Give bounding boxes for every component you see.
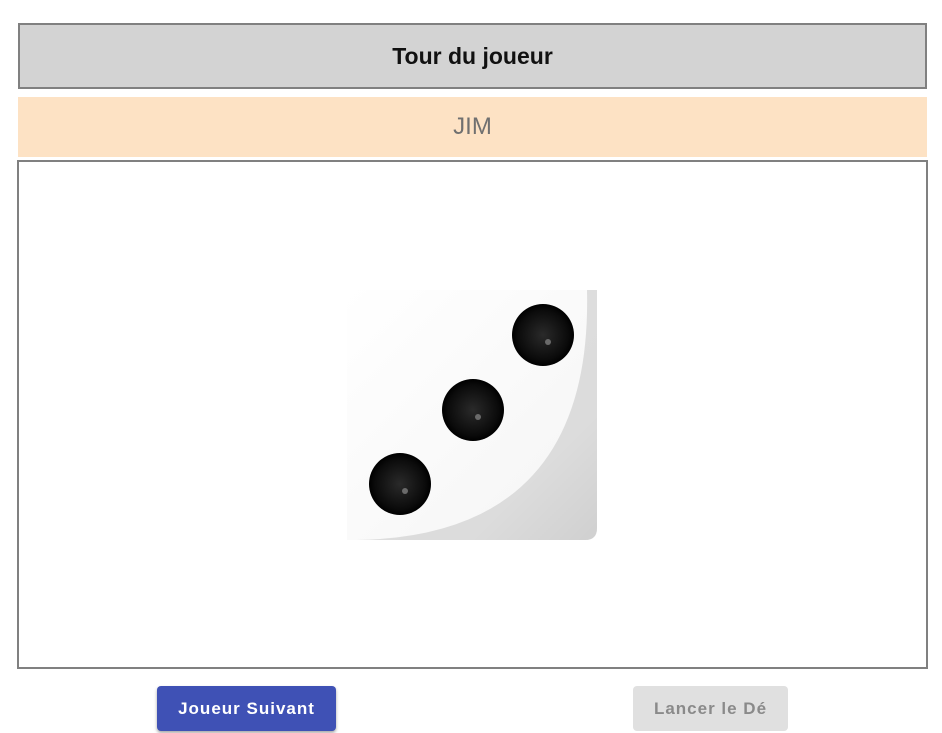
current-player-name: JIM [453,113,492,140]
die-pip [442,379,504,441]
game-board [17,160,928,669]
die-face-three-icon [347,290,597,540]
die-pip [512,304,574,366]
die-pip [369,453,431,515]
turn-title: Tour du joueur [392,42,553,69]
turn-header: Tour du joueur [18,23,927,89]
current-player-banner: JIM [18,97,927,157]
roll-die-button[interactable]: Lancer le Dé [633,686,788,731]
next-player-button[interactable]: Joueur Suivant [157,686,336,731]
